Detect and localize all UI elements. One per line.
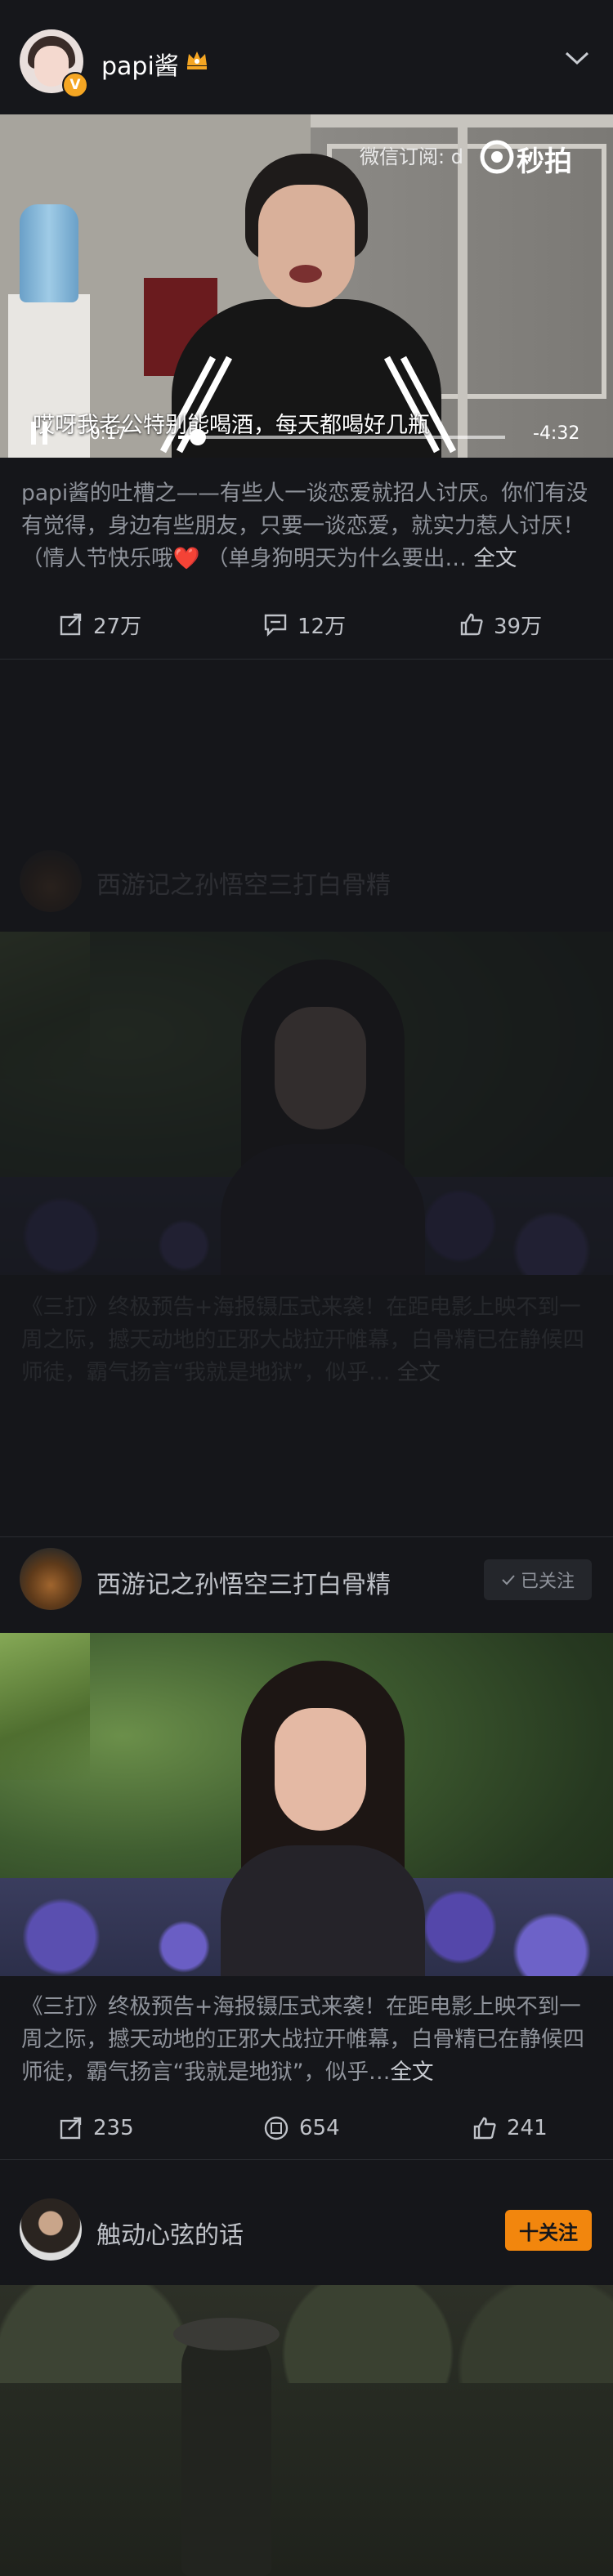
like-count: 241 bbox=[507, 2116, 548, 2140]
comment-button[interactable]: 654 bbox=[263, 2112, 340, 2144]
video-remaining-time: -4:32 bbox=[533, 423, 580, 444]
comment-icon bbox=[264, 614, 287, 637]
comment-count: 654 bbox=[299, 2116, 340, 2140]
thumbs-up-icon bbox=[460, 613, 483, 636]
ghost-post-text: 《三打》终极预告+海报镊压式来袭！在距电影上映不到一周之际，撼天动地的正邪大战拉… bbox=[21, 1295, 584, 1385]
video-scrub-handle[interactable] bbox=[190, 429, 206, 445]
post-divider bbox=[0, 2159, 613, 2160]
comment-button[interactable]: 12万 bbox=[263, 608, 346, 641]
full-text-link[interactable]: 全文 bbox=[390, 2059, 433, 2085]
video-current-time: 0:17 bbox=[90, 423, 127, 443]
like-button[interactable]: 39万 bbox=[459, 608, 542, 641]
follow-button[interactable]: 十关注 bbox=[505, 2210, 592, 2251]
crown-badge-icon bbox=[187, 51, 207, 69]
author-avatar[interactable] bbox=[20, 2198, 82, 2261]
post-text: papi酱的吐槽之——有些人一谈恋爱就招人讨厌。你们有没有觉得，身边有些朋友，只… bbox=[21, 481, 588, 571]
chevron-down-icon[interactable] bbox=[564, 49, 590, 67]
post-photo[interactable] bbox=[0, 1633, 613, 1976]
repost-button[interactable]: 27万 bbox=[59, 608, 141, 641]
feed-header bbox=[0, 0, 613, 114]
repost-icon bbox=[60, 2117, 82, 2140]
author-name[interactable]: 触动心弦的话 bbox=[96, 2215, 244, 2251]
post-divider bbox=[0, 1536, 613, 1537]
thumbs-up-icon bbox=[473, 2117, 496, 2140]
check-icon bbox=[502, 1575, 515, 1585]
repost-count: 235 bbox=[93, 2116, 134, 2140]
pause-icon[interactable] bbox=[29, 420, 51, 446]
repost-icon bbox=[60, 613, 82, 636]
miaopai-logo-icon bbox=[480, 140, 514, 174]
post-text: 《三打》终极预告+海报镊压式来袭！在距电影上映不到一周之际，撼天动地的正邪大战拉… bbox=[21, 1994, 584, 2085]
ghost-photo bbox=[0, 932, 613, 1275]
video-progress-bar[interactable] bbox=[178, 436, 505, 439]
post-photo[interactable] bbox=[0, 2285, 613, 2576]
comment-count: 12万 bbox=[298, 614, 347, 639]
verified-badge-icon: V bbox=[62, 72, 88, 98]
ghost-author-name: 西游记之孙悟空三打白骨精 bbox=[96, 871, 391, 900]
like-count: 39万 bbox=[494, 614, 543, 639]
like-button[interactable]: 241 bbox=[472, 2112, 548, 2144]
comment-icon bbox=[264, 2116, 289, 2140]
miaopai-brand: 秒拍 bbox=[517, 145, 572, 178]
full-text-link[interactable]: 全文 bbox=[473, 546, 517, 571]
ghost-avatar bbox=[20, 850, 82, 912]
author-name[interactable]: papi酱 bbox=[101, 46, 179, 82]
faded-post-preview: 西游记之孙悟空三打白骨精 《三打》终极预告+海报镊压式来袭！在距电影上映不到一周… bbox=[0, 850, 613, 1455]
repost-count: 27万 bbox=[93, 614, 142, 639]
following-button[interactable]: 已关注 bbox=[484, 1559, 592, 1600]
author-avatar[interactable] bbox=[20, 1548, 82, 1610]
video-player[interactable]: 微信订阅: d 秒拍 哎呀我老公特别能喝酒，每天都喝好几瓶 0:17 -4:32 bbox=[0, 114, 613, 458]
repost-button[interactable]: 235 bbox=[59, 2112, 134, 2144]
author-name[interactable]: 西游记之孙悟空三打白骨精 bbox=[96, 1564, 391, 1600]
heart-emoji: ❤️ bbox=[172, 546, 200, 571]
post-divider bbox=[0, 659, 613, 660]
